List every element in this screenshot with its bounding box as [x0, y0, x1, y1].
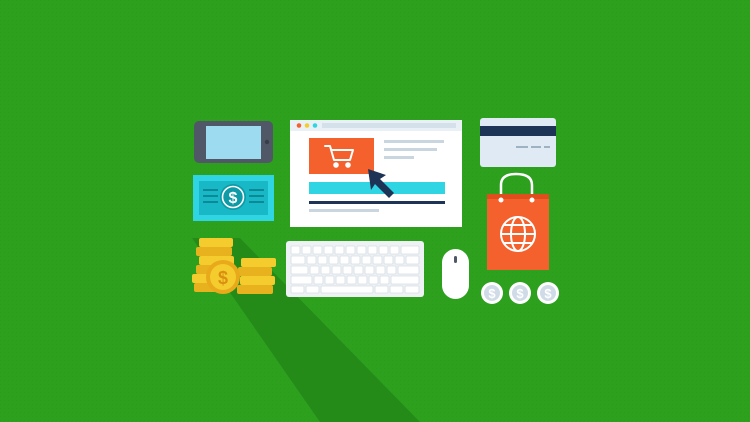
banknote: $ — [193, 175, 274, 221]
window-dot-cyan — [312, 123, 318, 128]
keyboard — [286, 241, 424, 297]
keyboard-spacebar — [320, 285, 374, 294]
window-dot-yellow — [304, 123, 310, 128]
coin-stack-right — [237, 258, 276, 294]
small-coins: $ $ $ — [481, 282, 559, 304]
window-dot-red — [296, 123, 302, 128]
banknote-dollar-sign: $ — [229, 190, 238, 207]
small-coin-1: $ — [481, 282, 503, 304]
front-coin: $ — [206, 260, 240, 294]
smartphone — [194, 121, 273, 163]
credit-card — [480, 118, 556, 167]
svg-text:$: $ — [516, 286, 524, 301]
ecommerce-illustration: $ $ $ $ $ — [0, 0, 750, 422]
product-card — [309, 138, 374, 174]
illustration-canvas: $ $ $ $ $ — [0, 0, 750, 422]
browser-window — [290, 120, 462, 227]
svg-text:$: $ — [488, 286, 496, 301]
coin-dollar-sign: $ — [218, 268, 228, 288]
small-coin-2: $ — [509, 282, 531, 304]
svg-text:$: $ — [544, 286, 552, 301]
small-coin-3: $ — [537, 282, 559, 304]
computer-mouse — [442, 249, 469, 299]
